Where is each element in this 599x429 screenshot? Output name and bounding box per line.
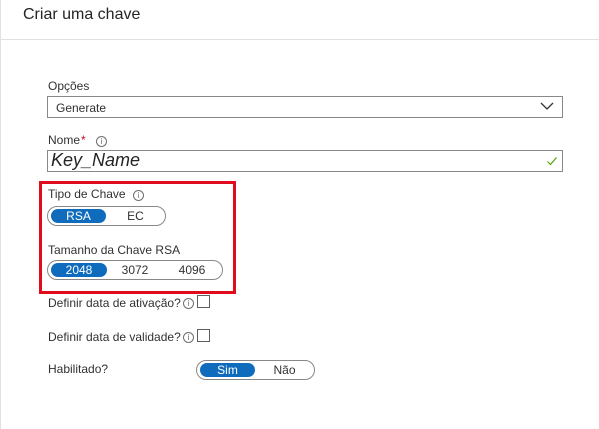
activation-date-label: Definir data de ativação? [48,296,181,310]
key-type-option-rsa[interactable]: RSA [51,209,106,223]
rsa-key-size-option-4096[interactable]: 4096 [164,263,220,277]
options-label: Opções [48,79,90,93]
info-icon[interactable]: i [96,136,107,147]
options-selected-value: Generate [56,101,107,115]
expiration-date-label: Definir data de validade? [48,330,181,344]
enabled-option-no[interactable]: Não [257,363,312,377]
info-icon[interactable]: i [183,332,194,343]
rsa-key-size-label: Tamanho da Chave RSA [48,243,181,257]
enabled-option-yes[interactable]: Sim [200,363,255,377]
key-type-option-ec[interactable]: EC [108,209,163,223]
info-icon[interactable]: i [183,298,194,309]
name-input-value: Key_Name [51,150,141,170]
enabled-toggle[interactable]: Sim Não [196,360,315,380]
key-type-toggle[interactable]: RSA EC [47,206,166,226]
key-type-label: Tipo de Chave [48,187,126,201]
create-key-panel: Criar uma chave Opções Generate Nome* i … [0,0,599,429]
enabled-label: Habilitado? [48,362,109,376]
info-icon[interactable]: i [133,190,144,201]
checkmark-icon [547,157,557,166]
name-input[interactable]: Key_Name [47,150,563,172]
options-dropdown[interactable]: Generate [47,96,563,118]
rsa-key-size-option-2048[interactable]: 2048 [51,263,107,277]
activation-date-checkbox[interactable] [197,295,210,308]
rsa-key-size-option-3072[interactable]: 3072 [107,263,163,277]
rsa-key-size-toggle[interactable]: 2048 3072 4096 [47,260,223,280]
page-title: Criar uma chave [23,6,141,23]
name-label: Nome* [48,133,86,147]
panel-header: Criar uma chave [1,0,599,40]
required-marker: * [81,133,86,147]
chevron-down-icon [540,102,554,110]
expiration-date-checkbox[interactable] [197,329,210,342]
name-label-text: Nome [48,133,81,147]
